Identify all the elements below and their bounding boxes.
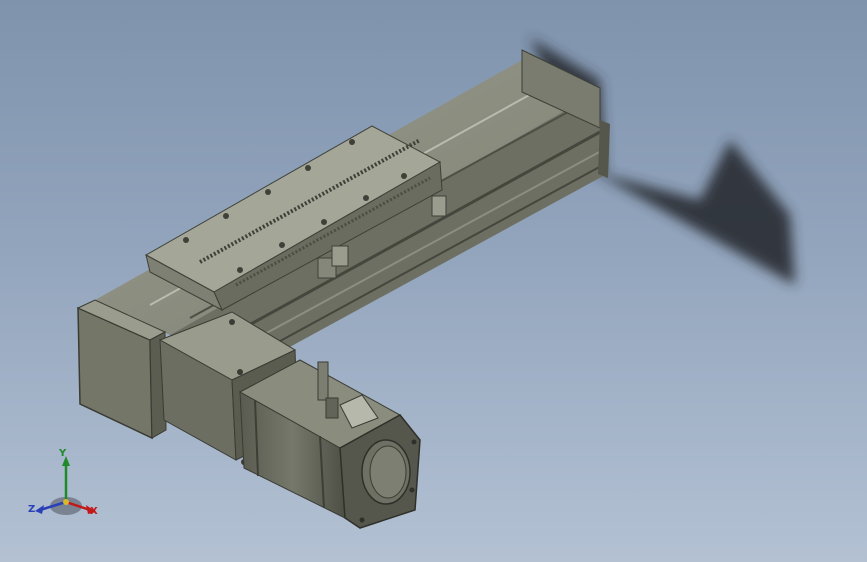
triad-x-label: X (90, 506, 98, 517)
coordinate-triad[interactable]: Y Z X (26, 446, 106, 526)
3d-model-view[interactable] (0, 0, 867, 562)
triad-y-label: Y (59, 448, 67, 459)
graphics-viewport[interactable]: Y Z X (0, 0, 867, 562)
limit-sensor-2[interactable] (431, 195, 447, 217)
triad-z-label: Z (28, 504, 36, 515)
